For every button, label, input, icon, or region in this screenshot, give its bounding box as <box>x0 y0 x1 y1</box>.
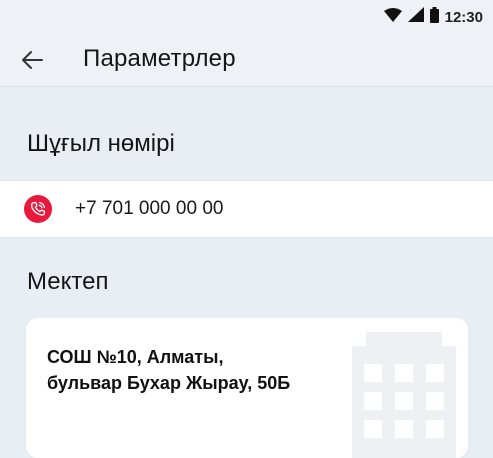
school-name: СОШ №10, Алматы, бульвар Бухар Жырау, 50… <box>47 344 347 396</box>
app-bar: Параметрлер <box>0 34 493 87</box>
school-name-line2: бульвар Бухар Жырау, 50Б <box>47 373 291 393</box>
arrow-left-icon <box>22 51 43 69</box>
emergency-phone-number: +7 701 000 00 00 <box>75 198 224 219</box>
school-section-title: Мектеп <box>27 268 109 295</box>
wifi-icon <box>383 7 402 27</box>
school-card[interactable]: СОШ №10, Алматы, бульвар Бухар Жырау, 50… <box>26 318 468 458</box>
building-icon <box>352 332 456 458</box>
status-bar: 12:30 <box>0 0 493 34</box>
page-title: Параметрлер <box>83 45 236 72</box>
battery-icon <box>429 6 439 28</box>
status-icons: 12:30 <box>383 6 483 28</box>
status-time: 12:30 <box>444 8 483 26</box>
signal-icon <box>407 7 424 27</box>
emergency-phone-row[interactable]: +7 701 000 00 00 <box>0 180 493 238</box>
back-button[interactable] <box>18 46 46 74</box>
school-name-line1: СОШ №10, Алматы, <box>47 347 224 367</box>
emergency-section-title: Шұғыл нөмірі <box>27 130 175 157</box>
phone-call-icon <box>24 195 52 223</box>
